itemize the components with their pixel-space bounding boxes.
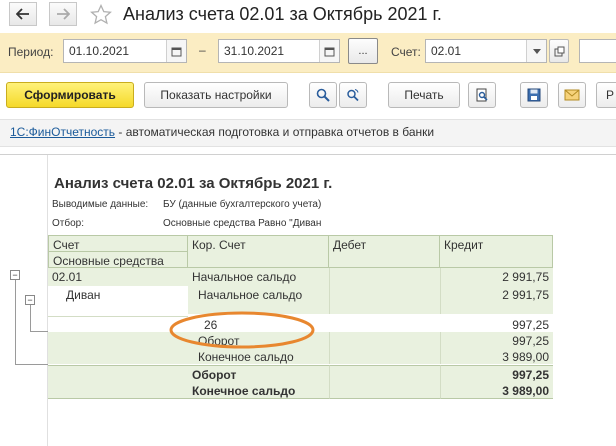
filter-value: Основные средства Равно "Диван [163,218,322,229]
row1-credit: 2 991,75 [440,268,553,286]
search-icon [316,88,330,102]
tree-line [15,279,16,365]
tree-line [15,364,48,365]
open-account-icon[interactable] [549,39,569,63]
print-preview-icon [476,88,488,102]
extra-field[interactable] [579,39,616,63]
save-icon [527,88,541,102]
row2-credit: 2 991,75 [440,286,553,314]
report-area: Анализ счета 02.01 за Октябрь 2021 г. Вы… [0,154,616,446]
period-from-field[interactable]: 01.10.2021 [63,39,187,63]
calendar-icon[interactable] [319,40,339,62]
row2-debit [329,286,440,314]
info-line: 1С:ФинОтчетность - автоматическая подгот… [0,119,616,147]
dropdown-arrow-icon[interactable] [526,40,546,62]
account-label: Счет: [391,45,421,59]
period-to-value: 31.10.2021 [224,44,285,58]
total-turnover-account [48,365,188,382]
row5-account [48,348,188,364]
info-text: - автоматическая подготовка и отправка о… [115,125,435,139]
search-button[interactable] [309,82,337,108]
search-replace-button[interactable] [339,82,367,108]
filter-label: Отбор: [52,218,84,229]
row1-debit [329,268,440,286]
print-button[interactable]: Печать [388,82,460,108]
row4-credit: 997,25 [440,332,553,348]
header-credit: Кредит [440,235,553,268]
highlight-oval [169,311,315,349]
header-corr-account: Кор. Счет [188,235,329,268]
favorite-star-icon[interactable] [90,3,112,30]
row4-debit [329,332,440,348]
tree-line [30,331,48,332]
header-subheader: Основные средства [48,252,188,268]
shown-data-value: БУ (данные бухгалтерского учета) [163,199,322,210]
row3-account [48,316,188,332]
row4-account [48,332,188,348]
save-button[interactable] [520,82,548,108]
report-title: Анализ счета 02.01 за Октябрь 2021 г. [54,175,333,192]
parameter-bar: Период: 01.10.2021 – 31.10.2021 ... Счет… [0,33,616,73]
calendar-icon[interactable] [166,40,186,62]
account-value: 02.01 [431,44,462,58]
row2-account: Диван [66,288,101,302]
search-next-icon [347,89,359,102]
show-settings-button[interactable]: Показать настройки [144,82,288,108]
total-end-label: Конечное сальдо [188,382,329,399]
period-to-field[interactable]: 31.10.2021 [218,39,340,63]
print-preview-button[interactable] [468,82,496,108]
total-end-credit: 3 989,00 [440,382,553,399]
generate-button[interactable]: Сформировать [6,82,134,108]
collapse-group-icon[interactable]: − [10,270,20,280]
header-debit: Дебет [329,235,440,268]
row3-credit: 997,25 [512,318,549,332]
window-title: Анализ счета 02.01 за Октябрь 2021 г. [123,4,442,24]
more-icon: P [605,88,614,102]
account-field[interactable]: 02.01 [425,39,547,63]
total-turnover-debit [329,365,440,382]
period-label: Период: [8,45,54,59]
total-end-debit [329,382,440,399]
period-from-value: 01.10.2021 [69,44,130,58]
row5-credit: 3 989,00 [440,348,553,364]
total-turnover-credit: 997,25 [440,365,553,382]
email-button[interactable] [558,82,586,108]
arrow-left-icon [16,8,29,20]
row5-debit [329,348,440,364]
period-dash: – [199,43,206,57]
shown-data-label: Выводимые данные: [52,199,149,210]
row1-account: 02.01 [48,268,188,286]
period-select-button[interactable]: ... [348,38,378,64]
forward-button[interactable] [49,2,77,26]
arrow-right-icon [57,8,70,20]
finotchetnost-link[interactable]: 1С:ФинОтчетность [10,125,115,139]
back-button[interactable] [9,2,37,26]
total-end-account [48,382,188,399]
email-icon [564,89,580,101]
row1-label: Начальное сальдо [188,268,329,286]
total-turnover-label: Оборот [188,365,329,382]
collapse-group-icon[interactable]: − [25,295,35,305]
more-button[interactable]: P [596,82,616,108]
header-account: Счет [48,235,188,252]
tree-line [30,304,31,332]
